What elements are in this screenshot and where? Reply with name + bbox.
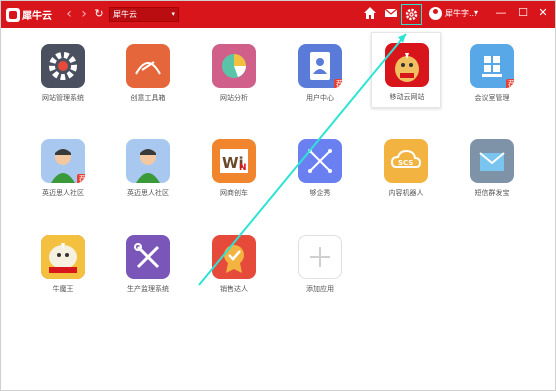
app-label: 移动云网站 bbox=[389, 93, 425, 101]
sms-envelope-icon bbox=[470, 139, 514, 183]
maximize-icon[interactable]: ☐ bbox=[515, 5, 531, 21]
app-tile[interactable]: Wi N 网商创车 bbox=[199, 129, 269, 205]
recommend-badge: 荐 bbox=[506, 79, 514, 88]
app-tile[interactable]: 短信群发宝 bbox=[457, 129, 527, 205]
gear-app-icon bbox=[41, 44, 85, 88]
pie-chart-icon bbox=[212, 44, 256, 88]
person-avatar-icon bbox=[126, 139, 170, 183]
app-label: 创意工具箱 bbox=[130, 94, 166, 102]
win-logo-icon: Wi N bbox=[212, 139, 256, 183]
app-label: 牛魔王 bbox=[52, 285, 74, 293]
app-label: 英迈思人社区 bbox=[42, 189, 84, 197]
app-label: 网商创车 bbox=[220, 189, 248, 197]
app-label: 添加应用 bbox=[306, 285, 334, 293]
app-label: 短信群发宝 bbox=[474, 189, 510, 197]
settings-button-highlight[interactable] bbox=[401, 4, 422, 25]
address-value: 犀牛云 bbox=[113, 10, 137, 19]
app-label: 生产监理系统 bbox=[127, 285, 169, 293]
niumowang-icon bbox=[41, 235, 85, 279]
sales-medal-icon bbox=[212, 235, 256, 279]
back-icon[interactable]: ‹ bbox=[61, 6, 77, 22]
home-icon[interactable] bbox=[362, 6, 378, 22]
scs-cloud-icon: SCS bbox=[384, 139, 428, 183]
app-tile[interactable]: 够企秀 bbox=[285, 129, 355, 205]
address-bar[interactable]: 犀牛云 ▾ bbox=[109, 7, 179, 22]
app-logo: 犀牛云 bbox=[6, 7, 54, 22]
app-label: 内容机器人 bbox=[388, 189, 424, 197]
user-center-icon: 荐 bbox=[298, 44, 342, 88]
app-label: 够企秀 bbox=[309, 189, 331, 197]
logo-text: 犀牛云 bbox=[22, 11, 52, 22]
recommend-badge: 荐 bbox=[77, 174, 85, 183]
chevron-down-icon[interactable]: ▾ bbox=[171, 8, 175, 21]
rhino-logo-icon bbox=[6, 7, 20, 22]
rhino-mascot-icon bbox=[385, 43, 429, 87]
app-tile[interactable]: 荐 会议室管理 bbox=[457, 34, 527, 110]
mail-icon[interactable] bbox=[383, 6, 399, 22]
app-label: 网站分析 bbox=[220, 94, 248, 102]
recommend-badge: 荐 bbox=[334, 79, 342, 88]
app-tile[interactable]: 荐 英迈思人社区 bbox=[28, 129, 98, 205]
user-chevron-icon[interactable]: ▾ bbox=[474, 8, 478, 17]
app-tile[interactable]: 英迈思人社区 bbox=[113, 129, 183, 205]
minimize-icon[interactable]: — bbox=[493, 5, 509, 21]
app-tile[interactable]: 牛魔王 bbox=[28, 225, 98, 301]
app-tile[interactable]: 网站管理系统 bbox=[28, 34, 98, 110]
close-icon[interactable]: ✕ bbox=[535, 5, 551, 21]
refresh-icon[interactable]: ↻ bbox=[91, 6, 107, 22]
user-avatar-icon[interactable] bbox=[429, 7, 442, 20]
user-name[interactable]: 犀牛字... bbox=[445, 8, 477, 19]
wrench-screwdriver-icon bbox=[126, 235, 170, 279]
creative-tools-icon bbox=[126, 44, 170, 88]
app-tile[interactable]: 生产监理系统 bbox=[113, 225, 183, 301]
app-tile[interactable]: 网站分析 bbox=[199, 34, 269, 110]
forward-icon[interactable]: › bbox=[76, 6, 92, 22]
app-window: 犀牛云 ‹ › ↻ 犀牛云 ▾ 犀牛字... ▾ — ☐ ✕ 网站管理系统 创意… bbox=[0, 0, 556, 391]
meeting-room-icon: 荐 bbox=[470, 44, 514, 88]
app-tile[interactable]: 创意工具箱 bbox=[113, 34, 183, 110]
svg-text:N: N bbox=[239, 163, 247, 173]
app-tile[interactable]: SCS 内容机器人 bbox=[371, 129, 441, 205]
app-tile[interactable]: 荐 用户中心 bbox=[285, 34, 355, 110]
app-label: 会议室管理 bbox=[474, 94, 510, 102]
app-tile[interactable]: 销售达人 bbox=[199, 225, 269, 301]
title-bar: 犀牛云 ‹ › ↻ 犀牛云 ▾ 犀牛字... ▾ — ☐ ✕ bbox=[1, 1, 555, 28]
svg-text:SCS: SCS bbox=[398, 159, 413, 167]
expand-arrows-icon bbox=[298, 139, 342, 183]
app-label: 英迈思人社区 bbox=[127, 189, 169, 197]
app-label: 销售达人 bbox=[220, 285, 248, 293]
app-label: 网站管理系统 bbox=[42, 94, 84, 102]
plus-icon bbox=[298, 235, 342, 279]
add-app-tile[interactable]: 添加应用 bbox=[285, 225, 355, 301]
app-label: 用户中心 bbox=[306, 94, 334, 102]
person-avatar-icon: 荐 bbox=[41, 139, 85, 183]
app-tile-hovered[interactable]: 移动云网站 bbox=[371, 32, 441, 108]
